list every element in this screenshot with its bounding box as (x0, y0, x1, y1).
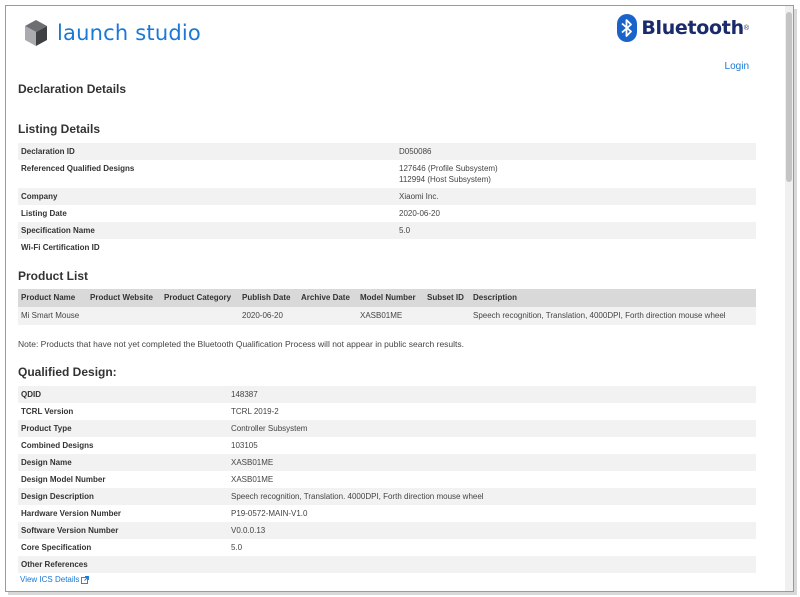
table-row: Design Model Number XASB01ME (18, 471, 756, 488)
launch-studio-cube-icon (25, 20, 47, 46)
product-category-cell (161, 307, 239, 325)
referenced-design-2: 112994 (Host Subsystem) (399, 175, 491, 184)
row-value: 5.0 (396, 222, 756, 239)
qualified-design-table: QDID 148387 TCRL Version TCRL 2019-2 Produ… (18, 386, 756, 573)
row-label: Listing Date (21, 209, 67, 218)
bluetooth-wordmark: Bluetooth (641, 17, 744, 39)
row-value: D050086 (396, 143, 756, 160)
table-row: Other References (18, 556, 756, 573)
table-row: Product Type Controller Subsystem (18, 420, 756, 437)
row-label: Design Model Number (21, 475, 106, 484)
column-header: Publish Date (239, 289, 298, 307)
external-link-icon (81, 575, 90, 584)
product-list-heading: Product List (18, 269, 89, 283)
publish-date-cell: 2020-06-20 (239, 307, 298, 325)
scrollbar-thumb[interactable] (786, 12, 792, 182)
table-row: Listing Date 2020-06-20 (18, 205, 756, 222)
archive-date-cell (298, 307, 357, 325)
subset-id-cell (424, 307, 470, 325)
table-row: Software Version Number V0.0.0.13 (18, 522, 756, 539)
column-header: Model Number (357, 289, 424, 307)
row-label: Software Version Number (18, 522, 228, 539)
row-value: XASB01ME (228, 454, 756, 471)
table-row: Wi-Fi Certification ID (18, 239, 756, 256)
row-value: 103105 (231, 441, 258, 450)
table-row: Combined Designs 103105 (18, 437, 756, 454)
column-header: Description (470, 289, 756, 307)
row-value: 127646 (Profile Subsystem) 112994 (Host … (396, 160, 756, 188)
listing-details-heading: Listing Details (18, 122, 101, 136)
table-header-row: Product Name Product Website Product Cat… (18, 289, 756, 307)
row-label: Hardware Version Number (21, 509, 122, 518)
ics-link-label: View ICS Details (20, 575, 80, 584)
row-value: P19-0572-MAIN-V1.0 (231, 509, 308, 518)
table-row: Mi Smart Mouse 2020-06-20 XASB01ME Speec… (18, 307, 756, 325)
row-label: TCRL Version (21, 407, 74, 416)
vertical-scrollbar[interactable] (785, 6, 793, 591)
column-header: Product Website (87, 289, 161, 307)
row-value (396, 239, 756, 256)
table-row: TCRL Version TCRL 2019-2 (18, 403, 756, 420)
table-row: Hardware Version Number P19-0572-MAIN-V1.… (18, 505, 756, 522)
table-row: Core Specification 5.0 (18, 539, 756, 556)
product-name-cell: Mi Smart Mouse (18, 307, 87, 325)
table-row: Design Description Speech recognition, Tr… (18, 488, 756, 505)
row-value: 148387 (228, 386, 756, 403)
row-value: Controller Subsystem (228, 420, 756, 437)
column-header: Archive Date (298, 289, 357, 307)
table-row: Referenced Qualified Designs 127646 (Pro… (18, 160, 756, 188)
table-row: QDID 148387 (18, 386, 756, 403)
row-label: Company (18, 188, 396, 205)
row-label: Wi-Fi Certification ID (21, 243, 100, 252)
listing-details-table: Declaration ID D050086 Referenced Qualif… (18, 143, 756, 256)
qualified-design-heading: Qualified Design: (18, 365, 117, 379)
referenced-design-1: 127646 (Profile Subsystem) (399, 164, 498, 173)
launch-studio-logo[interactable]: launch studio (23, 15, 201, 51)
table-row: Company Xiaomi Inc. (18, 188, 756, 205)
product-list-table: Product Name Product Website Product Cat… (18, 289, 756, 325)
column-header: Subset ID (424, 289, 470, 307)
row-value: TCRL 2019-2 (231, 407, 279, 416)
row-value: XASB01ME (231, 475, 274, 484)
row-value: V0.0.0.13 (228, 522, 756, 539)
row-label: Specification Name (18, 222, 396, 239)
row-label: Other References (18, 556, 228, 573)
row-label: Design Name (18, 454, 228, 471)
bluetooth-logo: Bluetooth ® (617, 14, 749, 42)
column-header: Product Category (161, 289, 239, 307)
row-label: Product Type (18, 420, 228, 437)
model-number-cell: XASB01ME (357, 307, 424, 325)
registered-mark: ® (743, 24, 749, 32)
qualification-note: Note: Products that have not yet complet… (18, 339, 465, 349)
table-row: Declaration ID D050086 (18, 143, 756, 160)
bluetooth-rune-icon (617, 14, 638, 42)
row-label: QDID (18, 386, 228, 403)
description-cell: Speech recognition, Translation, 4000DPI… (470, 307, 756, 325)
login-link[interactable]: Login (725, 61, 749, 72)
view-ics-details-link[interactable]: View ICS Details (20, 575, 90, 584)
row-value: Xiaomi Inc. (396, 188, 756, 205)
row-label: Design Description (18, 488, 228, 505)
brand-name: launch studio (57, 21, 201, 45)
row-label: Core Specification (21, 543, 92, 552)
row-value: Speech recognition, Translation. 4000DPI… (228, 488, 756, 505)
window-shadow-right (794, 9, 797, 595)
row-label: Declaration ID (18, 143, 396, 160)
row-label: Combined Designs (21, 441, 94, 450)
column-header: Product Name (18, 289, 87, 307)
product-website-cell (87, 307, 161, 325)
row-value: 2020-06-20 (399, 209, 440, 218)
row-value (228, 556, 756, 573)
table-row: Specification Name 5.0 (18, 222, 756, 239)
table-row: Design Name XASB01ME (18, 454, 756, 471)
window-shadow-bottom (8, 592, 796, 595)
row-value: 5.0 (231, 543, 243, 552)
page-title: Declaration Details (18, 82, 127, 96)
row-label: Referenced Qualified Designs (21, 164, 135, 173)
page-frame: launch studio Bluetooth ® Login Declarati… (5, 5, 794, 592)
